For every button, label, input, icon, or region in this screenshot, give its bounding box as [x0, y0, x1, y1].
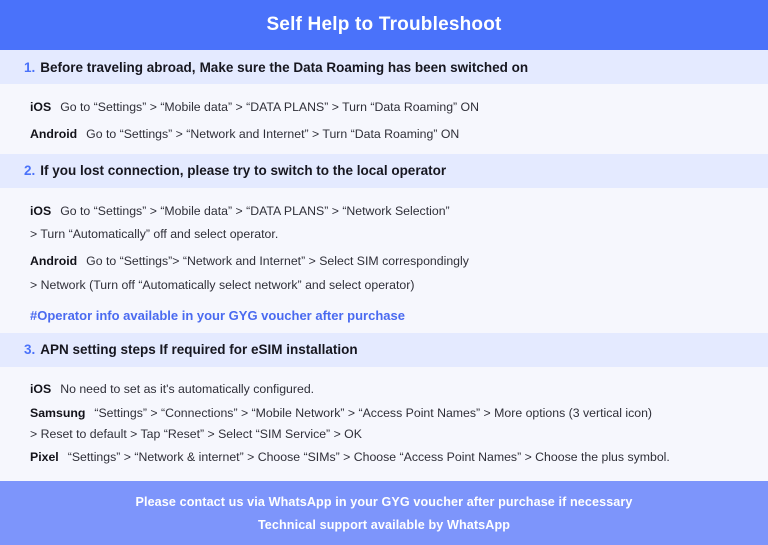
page-header: Self Help to Troubleshoot [0, 0, 768, 50]
section-1-number: 1. [24, 59, 36, 75]
page-title: Self Help to Troubleshoot [266, 14, 502, 35]
instruction-row: Samsung “Settings” > “Connections” > “Mob… [30, 405, 744, 423]
section-3-heading-strong: APN setting steps If required for eSIM i… [40, 342, 358, 358]
section-2: 2. If you lost connection, please try to… [0, 153, 768, 333]
footer-support-line: Technical support available by WhatsApp [257, 517, 511, 532]
section-2-header: 2. If you lost connection, please try to… [0, 153, 768, 188]
instruction-row: Android Go to “Settings”> “Network and In… [30, 253, 744, 271]
footer-contact-line: Please contact us via WhatsApp in your G… [135, 494, 633, 509]
section-3-body: iOS No need to set as it's automatically … [0, 367, 768, 481]
platform-label: iOS [30, 203, 52, 218]
instruction-row: iOS Go to “Settings” > “Mobile data” > “D… [30, 203, 744, 221]
platform-label: Samsung [30, 405, 86, 420]
instruction-text: No need to set as it's automatically con… [60, 381, 315, 396]
section-3-number: 3. [24, 342, 36, 358]
instruction-text: Go to “Settings” > “Mobile data” > “DATA… [60, 203, 450, 218]
platform-label: Android [30, 126, 78, 141]
instruction-text: > Turn “Automatically” off and select op… [30, 227, 279, 242]
platform-label: iOS [30, 100, 52, 114]
instruction-text: Go to “Settings” > “Mobile data” > “DATA… [60, 100, 480, 114]
section-1-heading-rest: Make sure the Data Roaming has been swit… [199, 59, 529, 75]
instruction-subrow: > Network (Turn off “Automatically selec… [30, 277, 744, 295]
instruction-row: iOS No need to set as it's automatically … [30, 381, 744, 399]
instruction-text: Go to “Settings” > “Network and Internet… [86, 126, 460, 141]
instruction-text: > Reset to default > Tap “Reset” > Selec… [30, 426, 362, 441]
instruction-row: Android Go to “Settings” > “Network and I… [30, 126, 744, 144]
instruction-text: Go to “Settings”> “Network and Internet”… [86, 254, 469, 269]
page-footer: Please contact us via WhatsApp in your G… [0, 481, 768, 545]
section-3-header: 3. APN setting steps If required for eSI… [0, 332, 768, 367]
section-1-heading-strong: Before traveling abroad, [40, 59, 196, 75]
instruction-text: “Settings” > “Connections” > “Mobile Net… [94, 405, 653, 420]
section-1-body: iOS Go to “Settings” > “Mobile data” > “D… [0, 84, 768, 154]
section-1-header: 1. Before traveling abroad, Make sure th… [0, 50, 768, 84]
section-1: 1. Before traveling abroad, Make sure th… [0, 50, 768, 154]
troubleshoot-info-page: Self Help to Troubleshoot 1. Before trav… [0, 0, 768, 545]
section-2-body: iOS Go to “Settings” > “Mobile data” > “D… [0, 188, 768, 333]
instruction-row: Pixel “Settings” > “Network & internet” >… [30, 449, 744, 467]
instruction-text: > Network (Turn off “Automatically selec… [30, 278, 415, 293]
platform-label: Android [30, 254, 78, 269]
instruction-row: iOS Go to “Settings” > “Mobile data” > “D… [30, 99, 744, 117]
instruction-subrow: > Reset to default > Tap “Reset” > Selec… [30, 426, 744, 444]
section-2-heading-strong: If you lost connection, please try to sw… [40, 163, 447, 179]
section-3: 3. APN setting steps If required for eSI… [0, 332, 768, 481]
operator-info-note: #Operator info available in your GYG vou… [30, 307, 405, 323]
section-2-number: 2. [24, 163, 36, 179]
instruction-subrow: > Turn “Automatically” off and select op… [30, 226, 744, 244]
main-content: 1. Before traveling abroad, Make sure th… [0, 50, 768, 482]
platform-label: Pixel [30, 450, 59, 465]
platform-label: iOS [30, 381, 52, 396]
instruction-text: “Settings” > “Network & internet” > Choo… [67, 450, 670, 465]
